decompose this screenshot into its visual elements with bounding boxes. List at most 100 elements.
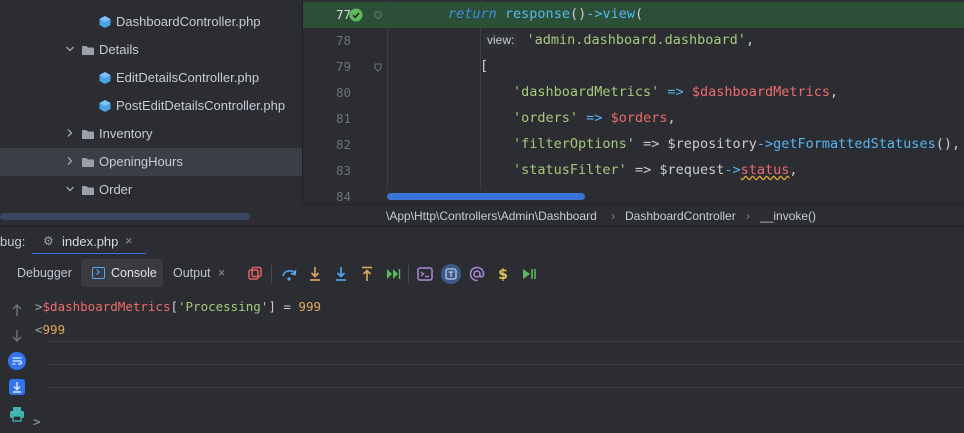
breadcrumb-namespace[interactable]: \App\Http\Controllers\Admin\Dashboard [386,209,597,223]
debugger-toolbar: Debugger Console Output × $ [0,254,964,294]
arrow-down-icon[interactable] [8,327,26,345]
string-literal: 'admin.dashboard.dashboard' [526,32,746,48]
tree-item-label: Details [99,42,139,57]
punctuation: , [830,84,839,100]
execution-point-check-icon[interactable] [349,8,363,22]
console-prompt-line[interactable]: > [33,414,41,429]
code-text: view: 'admin.dashboard.dashboard', [483,32,754,48]
run-to-cursor-icon[interactable] [384,265,402,283]
prompt-marker: > [33,414,41,429]
close-icon[interactable]: × [218,266,225,280]
punctuation: (), [935,136,961,152]
console-icon [92,267,105,279]
evaluate-expression-icon[interactable] [416,265,434,283]
variable: $request [659,162,725,178]
code-text: 'dashboardMetrics' => $dashboardMetrics, [513,84,838,100]
arrow-up-icon[interactable] [8,301,26,319]
dollar-icon[interactable]: $ [494,265,512,283]
prompt-marker: > [35,299,43,314]
debug-session-tab[interactable]: ⚙ index.php × [32,227,146,255]
tab-console[interactable]: Console [81,259,163,287]
code-editor[interactable]: 77 return response()->view( 78 view: 'ad… [302,0,964,204]
console-number: 999 [42,322,66,337]
step-over-icon[interactable] [280,265,298,283]
folder-icon [82,130,94,139]
force-step-into-icon[interactable] [332,265,350,283]
folder-icon [82,186,94,195]
breadcrumb-class[interactable]: DashboardController [625,209,736,223]
function-name: view [602,6,635,22]
string-literal: 'filterOptions' [513,136,635,152]
debug-session-label: index.php [62,234,119,249]
line-number: 82 [335,137,351,152]
operator: => [634,162,652,178]
step-out-icon[interactable] [358,265,376,283]
breadcrumb: \App\Http\Controllers\Admin\Dashboard › … [302,204,964,226]
fold-marker-icon[interactable] [373,10,383,20]
parameter-hint: view: [483,33,519,47]
chevron-down-icon[interactable] [64,183,76,195]
code-line-78[interactable]: 78 view: 'admin.dashboard.dashboard', [303,28,964,54]
gear-icon: ⚙ [43,234,54,248]
fold-marker-icon[interactable] [373,62,383,72]
console-result-line: <999 [35,322,65,337]
step-into-icon[interactable] [306,265,324,283]
tree-item-openinghours[interactable]: OpeningHours [0,148,302,176]
line-number: 78 [335,33,351,48]
property-name: status [740,162,790,178]
print-icon[interactable] [8,405,26,423]
code-line-83[interactable]: 83 'statusFilter' => $request->status, [303,158,964,184]
code-line-82[interactable]: 82 'filterOptions' => $repository->getFo… [303,132,964,158]
tree-item-label: Inventory [99,126,153,141]
operator: -> [724,162,741,178]
tab-debugger[interactable]: Debugger [17,266,72,280]
code-text: 'statusFilter' => $request->status, [513,162,798,178]
console-input-line[interactable]: >$dashboardMetrics['Processing'] = 999 [35,299,321,314]
console-output[interactable]: >$dashboardMetrics['Processing'] = 999 <… [33,294,964,433]
punctuation: , [745,32,755,48]
show-execution-point-icon[interactable] [441,264,461,284]
code-line-81[interactable]: 81 'orders' => $orders, [303,106,964,132]
tab-console-label: Console [111,266,157,280]
tree-horizontal-scrollbar[interactable] [0,213,250,220]
soft-wrap-icon[interactable] [8,352,26,370]
console-separator [46,387,964,388]
variable: $repository [667,136,757,152]
console-variable: $dashboardMetrics [42,299,171,314]
mention-at-icon[interactable] [468,265,486,283]
tree-item-details[interactable]: Details [0,36,302,64]
chevron-right-icon[interactable] [64,155,76,167]
editor-horizontal-scrollbar[interactable] [387,193,585,200]
breadcrumb-separator-icon: › [746,209,750,223]
breadcrumb-method[interactable]: __invoke() [760,209,816,223]
operator: => [643,136,660,152]
tree-item-posteditdetailscontroller[interactable]: PostEditDetailsController.php [0,92,302,120]
code-line-77[interactable]: 77 return response()->view( [303,2,964,28]
chevron-right-icon[interactable] [64,127,76,139]
console-separator [46,364,964,365]
keyword: return [448,6,497,22]
tree-item-dashboardcontroller[interactable]: DashboardController.php [0,8,302,36]
code-text: 'filterOptions' => $repository->getForma… [513,136,960,152]
method-name: getFormattedStatuses [773,136,936,152]
resume-icon[interactable] [520,265,538,283]
code-line-80[interactable]: 80 'dashboardMetrics' => $dashboardMetri… [303,80,964,106]
tree-item-order[interactable]: Order [0,176,302,204]
tree-item-editdetailscontroller[interactable]: EditDetailsController.php [0,64,302,92]
tab-output[interactable]: Output [173,266,211,280]
restore-layout-icon[interactable] [246,265,264,283]
close-icon[interactable]: × [125,233,133,248]
folder-icon [82,46,94,55]
chevron-down-icon[interactable] [64,43,76,55]
line-number: 77 [335,7,351,22]
tree-item-inventory[interactable]: Inventory [0,120,302,148]
punctuation: [ [170,299,178,314]
code-text: 'orders' => $orders, [513,110,676,126]
scroll-to-end-icon[interactable] [8,378,26,396]
punctuation: ( [635,6,644,22]
punctuation: , [789,162,798,178]
line-number: 79 [335,59,351,74]
code-line-79[interactable]: 79 [ [303,54,964,80]
tree-item-label: OpeningHours [99,154,183,169]
toolbar-separator [408,265,409,283]
